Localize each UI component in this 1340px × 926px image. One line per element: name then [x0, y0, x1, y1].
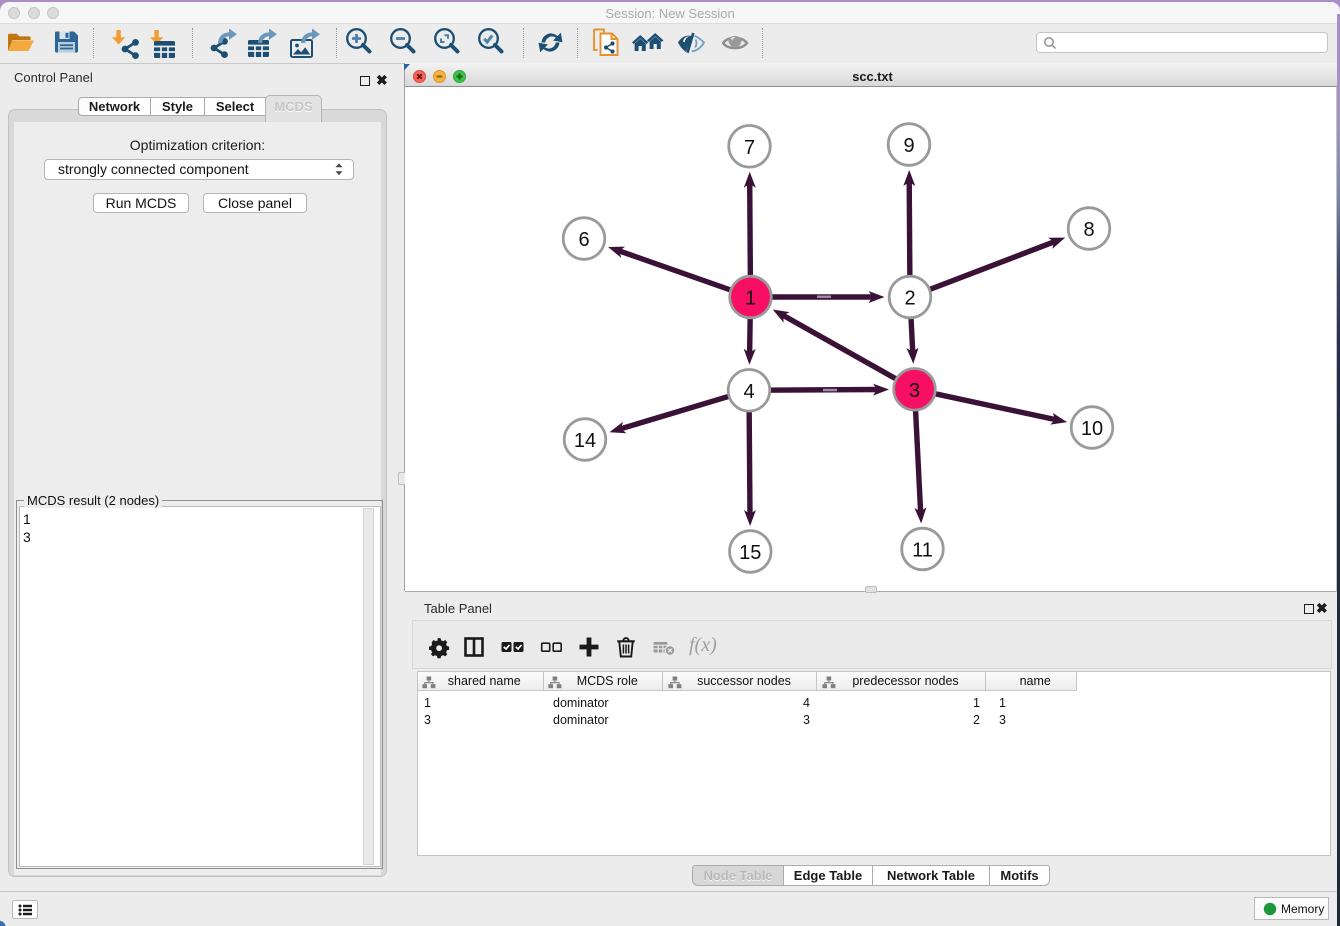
svg-text:14: 14: [574, 430, 596, 452]
svg-text:2: 2: [904, 288, 915, 310]
svg-text:9: 9: [903, 135, 914, 157]
svg-text:8: 8: [1083, 219, 1094, 241]
svg-text:7: 7: [744, 137, 755, 159]
svg-text:15: 15: [739, 542, 761, 564]
svg-text:3: 3: [909, 380, 920, 402]
svg-text:10: 10: [1081, 418, 1103, 440]
svg-text:4: 4: [743, 381, 754, 403]
svg-text:6: 6: [578, 229, 589, 251]
svg-text:11: 11: [912, 540, 933, 562]
svg-text:1: 1: [745, 288, 756, 310]
